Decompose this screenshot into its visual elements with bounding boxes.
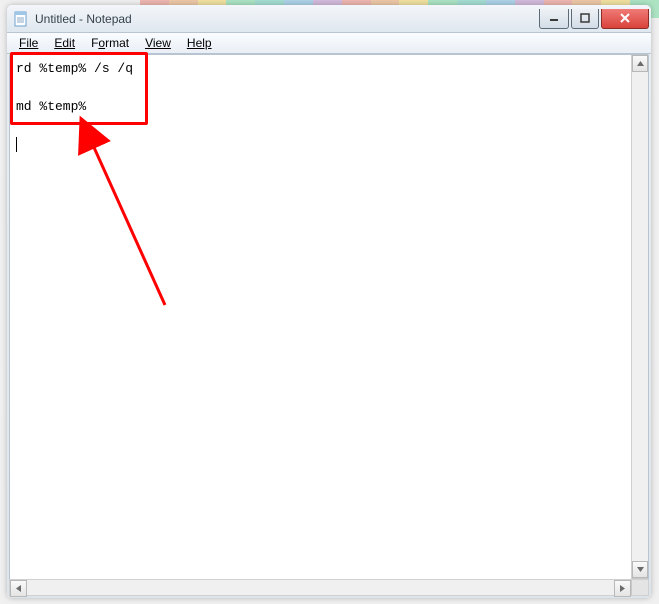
scroll-down-button[interactable] [632,561,648,578]
notepad-window: Untitled - Notepad File Edit Format View… [7,5,651,598]
scroll-up-button[interactable] [632,55,648,72]
notepad-icon [13,11,29,27]
titlebar[interactable]: Untitled - Notepad [7,5,651,33]
editor-line: rd %temp% /s /q [16,61,133,76]
menubar: File Edit Format View Help [7,33,651,54]
menu-format[interactable]: Format [83,34,137,52]
window-title: Untitled - Notepad [35,12,539,26]
menu-edit[interactable]: Edit [46,34,83,52]
menu-view[interactable]: View [137,34,179,52]
scroll-left-button[interactable] [10,580,27,597]
menu-help[interactable]: Help [179,34,220,52]
scroll-corner [631,580,648,595]
menu-file[interactable]: File [11,34,46,52]
close-button[interactable] [601,9,649,29]
minimize-button[interactable] [539,9,569,29]
vertical-scrollbar[interactable] [631,55,648,595]
text-cursor [16,137,17,152]
scroll-right-button[interactable] [614,580,631,597]
scroll-track[interactable] [27,580,614,595]
scroll-track[interactable] [632,72,648,561]
client-area: rd %temp% /s /q md %temp% [9,54,649,596]
editor-line: md %temp% [16,99,86,114]
text-editor[interactable]: rd %temp% /s /q md %temp% [10,55,631,595]
horizontal-scrollbar[interactable] [9,579,649,596]
maximize-button[interactable] [571,9,599,29]
